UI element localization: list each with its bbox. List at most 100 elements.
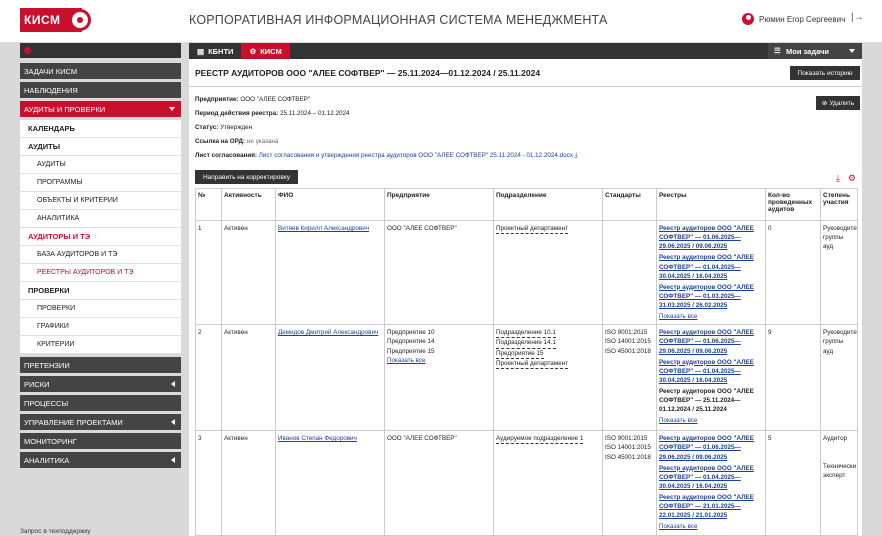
download-icon[interactable]: ⤓ (575, 152, 578, 159)
standard-item: ISO 9001:2015 (605, 435, 648, 443)
sidebar-section-claims[interactable]: ПРЕТЕНЗИИ (20, 357, 181, 373)
delete-button[interactable]: ⊗ Удалить (816, 96, 860, 110)
info-status: Статус: Утвержден (195, 124, 252, 131)
table-header-row: № Активность ФИО Предприятие Подразделен… (195, 188, 858, 221)
sidebar-group-checks[interactable]: ПРОВЕРКИ (20, 282, 181, 300)
sidebar-section-projects[interactable]: УПРАВЛЕНИЕ ПРОЕКТАМИ (20, 414, 181, 430)
main-panel: ▤ КБНТИ ⚙ КИСМ ☰ Мои задачи РЕЕСТР АУДИТОРО… (189, 43, 862, 536)
cell-standards: ISO 9001:2015 ISO 14001:2015 ISO 45001:201… (602, 430, 657, 536)
cell-num: 1 (195, 219, 222, 326)
tab-label: КИСМ (260, 46, 282, 56)
show-all-link[interactable]: Показать все (387, 356, 491, 365)
standard-item: ISO 14001:2015 (605, 338, 651, 346)
department-item[interactable]: Предприятие 15 (496, 349, 600, 359)
cell-enterprise: ООО "АЛЕЕ СОФТВЕР" (384, 430, 494, 536)
show-all-link[interactable]: Показать все (659, 312, 763, 321)
sidebar-section-processes[interactable]: ПРОЦЕССЫ (20, 395, 181, 411)
sidebar-item-auditor-registries[interactable]: РЕЕСТРЫ АУДИТОРОВ И ТЭ (20, 264, 181, 282)
sidebar-item-analytics[interactable]: АНАЛИТИКА (20, 210, 181, 228)
tab-kism[interactable]: ⚙ КИСМ (241, 43, 290, 59)
col-num[interactable]: № (195, 188, 222, 221)
participation-line: Руководите (823, 225, 857, 232)
sidebar-section-tasks[interactable]: ЗАДАЧИ КИСМ (20, 63, 181, 79)
sidebar-item-auditor-base[interactable]: БАЗА АУДИТОРОВ И ТЭ (20, 246, 181, 264)
sidebar-section-observations[interactable]: НАБЛЮДЕНИЯ (20, 82, 181, 98)
registry-link[interactable]: Реестр аудиторов ООО "АЛЕЕ СОФТВЕР" — 01… (659, 254, 754, 279)
sidebar-group-audits[interactable]: АУДИТЫ (20, 138, 181, 156)
settings-icon[interactable]: ⚙ (848, 173, 856, 183)
sidebar: ЗАДАЧИ КИСМ НАБЛЮДЕНИЯ АУДИТЫ И ПРОВЕРКИ… (20, 43, 181, 471)
auditor-link[interactable]: Демидов Дмитрий Александрович (278, 329, 378, 336)
sidebar-item-programs[interactable]: ПРОГРАММЫ (20, 174, 181, 192)
info-label: Лист согласования: (195, 152, 258, 159)
auditor-link[interactable]: Иванов Степан Федорович (278, 435, 357, 442)
sidebar-section-audits[interactable]: АУДИТЫ И ПРОВЕРКИ (20, 101, 181, 117)
cell-audit-count: 9 (765, 324, 821, 432)
sheet-link[interactable]: Лист согласования и утверждения реестра … (259, 152, 573, 159)
show-all-link[interactable]: Показать все (659, 416, 763, 425)
show-history-button[interactable]: Показать историю (790, 66, 860, 80)
delete-label: Удалить (829, 99, 855, 107)
sidebar-section-analytics[interactable]: АНАЛИТИКА (20, 452, 181, 468)
col-department[interactable]: Подразделение (493, 188, 603, 221)
sidebar-section-label: АУДИТЫ И ПРОВЕРКИ (24, 104, 106, 114)
tab-label: КБНТИ (208, 46, 234, 56)
sidebar-collapse-bar[interactable] (20, 43, 181, 58)
col-audit-count[interactable]: Кол-во проведенных аудитов (765, 188, 821, 221)
department-name: Проектный департамент (496, 359, 568, 369)
show-all-link[interactable]: Показать все (659, 522, 763, 531)
participation-line (823, 443, 855, 452)
participation-line: группы ауд (823, 234, 844, 251)
cell-activity: Активен (221, 430, 276, 536)
registry-link[interactable]: Реестр аудиторов ООО "АЛЕЕ СОФТВЕР" — 01… (659, 284, 754, 309)
export-icon[interactable]: ⤓ (836, 173, 840, 183)
department-item[interactable]: Аудируемое подразделение 1 (496, 434, 600, 445)
registry-current: Реестр аудиторов ООО "АЛЕЕ СОФТВЕР" — 25… (659, 388, 754, 414)
registry-link[interactable]: Реестр аудиторов ООО "АЛЕЕ СОФТВЕР" — 01… (659, 435, 754, 460)
registry-item: Реестр аудиторов ООО "АЛЕЕ СОФТВЕР" — 01… (659, 464, 763, 491)
sidebar-section-monitoring[interactable]: МОНИТОРИНГ (20, 433, 181, 449)
department-item[interactable]: Проектный департамент (496, 224, 600, 235)
col-activity[interactable]: Активность (221, 188, 276, 221)
info-value: Утвержден (220, 124, 253, 131)
collapse-icon[interactable] (24, 47, 31, 54)
department-item[interactable]: Подразделение 10.1 (496, 328, 600, 339)
sidebar-group-auditors[interactable]: АУДИТОРЫ И ТЭ (20, 228, 181, 246)
user-menu[interactable]: Рюмин Егор Сергеевич (742, 13, 845, 25)
registry-link[interactable]: Реестр аудиторов ООО "АЛЕЕ СОФТВЕР" — 01… (659, 465, 754, 490)
send-correction-button[interactable]: Направить на корректировку (195, 170, 298, 184)
registry-link[interactable]: Реестр аудиторов ООО "АЛЕЕ СОФТВЕР" — 21… (659, 494, 754, 519)
support-link[interactable]: Запрос в техподдержку (20, 528, 91, 535)
sidebar-item-schedules[interactable]: ГРАФИКИ (20, 318, 181, 336)
department-item[interactable]: Подразделение 14.1 (496, 338, 600, 349)
sidebar-item-audits[interactable]: АУДИТЫ (20, 156, 181, 174)
cell-audit-count: 0 (765, 219, 821, 326)
col-enterprise[interactable]: Предприятие (384, 188, 494, 221)
info-label: Период действия реестра: (195, 110, 279, 117)
my-tasks-label: Мои задачи (786, 46, 830, 56)
department-name: Подразделение 10.1 (496, 328, 556, 339)
sidebar-item-checks[interactable]: ПРОВЕРКИ (20, 300, 181, 318)
col-fio[interactable]: ФИО (275, 188, 385, 221)
sidebar-section-risks[interactable]: РИСКИ (20, 376, 181, 392)
logout-icon[interactable]: |→ (851, 12, 864, 23)
my-tasks-button[interactable]: ☰ Мои задачи (768, 43, 862, 59)
participation-line: группы ауд (823, 338, 844, 355)
department-item[interactable]: Проектный департамент (496, 359, 600, 369)
chevron-down-icon (849, 49, 855, 53)
sidebar-item-criteria[interactable]: КРИТЕРИИ (20, 336, 181, 354)
tab-kbnti[interactable]: ▤ КБНТИ (189, 43, 241, 59)
page-title-bar: РЕЕСТР АУДИТОРОВ ООО "АЛЕЕ СОФТВЕР" — 25… (189, 59, 862, 87)
chevron-left-icon (171, 381, 175, 387)
registry-link[interactable]: Реестр аудиторов ООО "АЛЕЕ СОФТВЕР" — 01… (659, 359, 754, 384)
auditor-link[interactable]: Витяев Кирилл Александрович (278, 225, 369, 232)
registry-link[interactable]: Реестр аудиторов ООО "АЛЕЕ СОФТВЕР" — 01… (659, 225, 754, 250)
sidebar-item-objects[interactable]: ОБЪЕКТЫ И КРИТЕРИИ (20, 192, 181, 210)
col-participation[interactable]: Степень участия (820, 188, 858, 221)
info-sheet: Лист согласования: Лист согласования и у… (195, 152, 578, 160)
sidebar-item-calendar[interactable]: КАЛЕНДАРЬ (20, 120, 181, 138)
kism-logo[interactable]: КИСМ (20, 8, 91, 32)
col-registries[interactable]: Реестры (656, 188, 766, 221)
registry-link[interactable]: Реестр аудиторов ООО "АЛЕЕ СОФТВЕР" — 01… (659, 329, 754, 354)
col-standards[interactable]: Стандарты (602, 188, 657, 221)
